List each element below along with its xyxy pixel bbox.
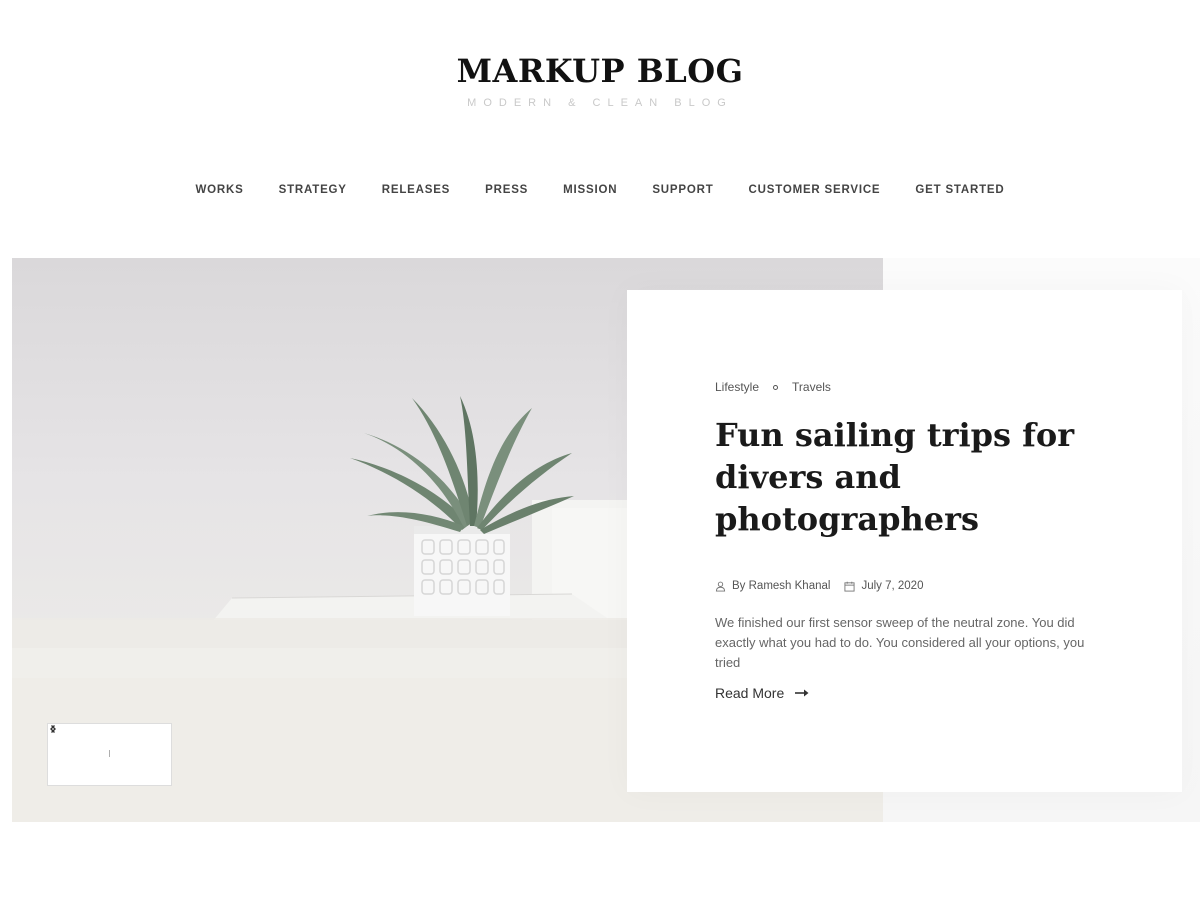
chevron-right-icon — [51, 725, 56, 733]
read-more-label: Read More — [715, 685, 785, 701]
post-author-label: By Ramesh Khanal — [732, 580, 831, 592]
post-author[interactable]: By Ramesh Khanal — [715, 580, 830, 592]
arrow-right-icon — [795, 689, 809, 697]
page: MARKUP BLOG MODERN & CLEAN BLOG WORKS ST… — [0, 0, 1200, 900]
site-title[interactable]: MARKUP BLOG — [0, 52, 1200, 90]
slider-counter: I — [108, 749, 111, 760]
nav-item-mission[interactable]: MISSION — [563, 180, 617, 200]
user-icon — [715, 581, 726, 592]
post-categories: Lifestyle Travels — [715, 380, 831, 394]
main-nav: WORKS STRATEGY RELEASES PRESS MISSION SU… — [0, 180, 1200, 200]
site-header: MARKUP BLOG MODERN & CLEAN BLOG — [0, 0, 1200, 120]
post-byline: By Ramesh Khanal July 7, 2020 — [715, 580, 937, 592]
nav-item-press[interactable]: PRESS — [485, 180, 528, 200]
nav-item-strategy[interactable]: STRATEGY — [279, 180, 347, 200]
slider-next-button[interactable] — [51, 725, 149, 763]
post-card: Lifestyle Travels Fun sailing trips for … — [627, 290, 1182, 792]
read-more-link[interactable]: Read More — [715, 685, 810, 701]
post-date-label: July 7, 2020 — [861, 580, 924, 592]
nav-item-support[interactable]: SUPPORT — [652, 180, 713, 200]
post-title[interactable]: Fun sailing trips for divers and photogr… — [715, 414, 1075, 540]
slider-controls: I — [47, 723, 172, 786]
slider-prev-button[interactable] — [50, 725, 86, 763]
nav-item-works[interactable]: WORKS — [196, 180, 244, 200]
category-link-travels[interactable]: Travels — [792, 380, 831, 394]
site-tagline: MODERN & CLEAN BLOG — [467, 97, 733, 109]
category-separator — [773, 384, 779, 390]
nav-item-releases[interactable]: RELEASES — [382, 180, 450, 200]
post-excerpt: We finished our first sensor sweep of th… — [715, 615, 1085, 670]
calendar-icon — [844, 581, 855, 592]
post-date[interactable]: July 7, 2020 — [844, 580, 923, 592]
nav-item-get-started[interactable]: GET STARTED — [915, 180, 1004, 200]
category-link-lifestyle[interactable]: Lifestyle — [715, 380, 759, 394]
nav-item-customer-service[interactable]: CUSTOMER SERVICE — [749, 180, 881, 200]
